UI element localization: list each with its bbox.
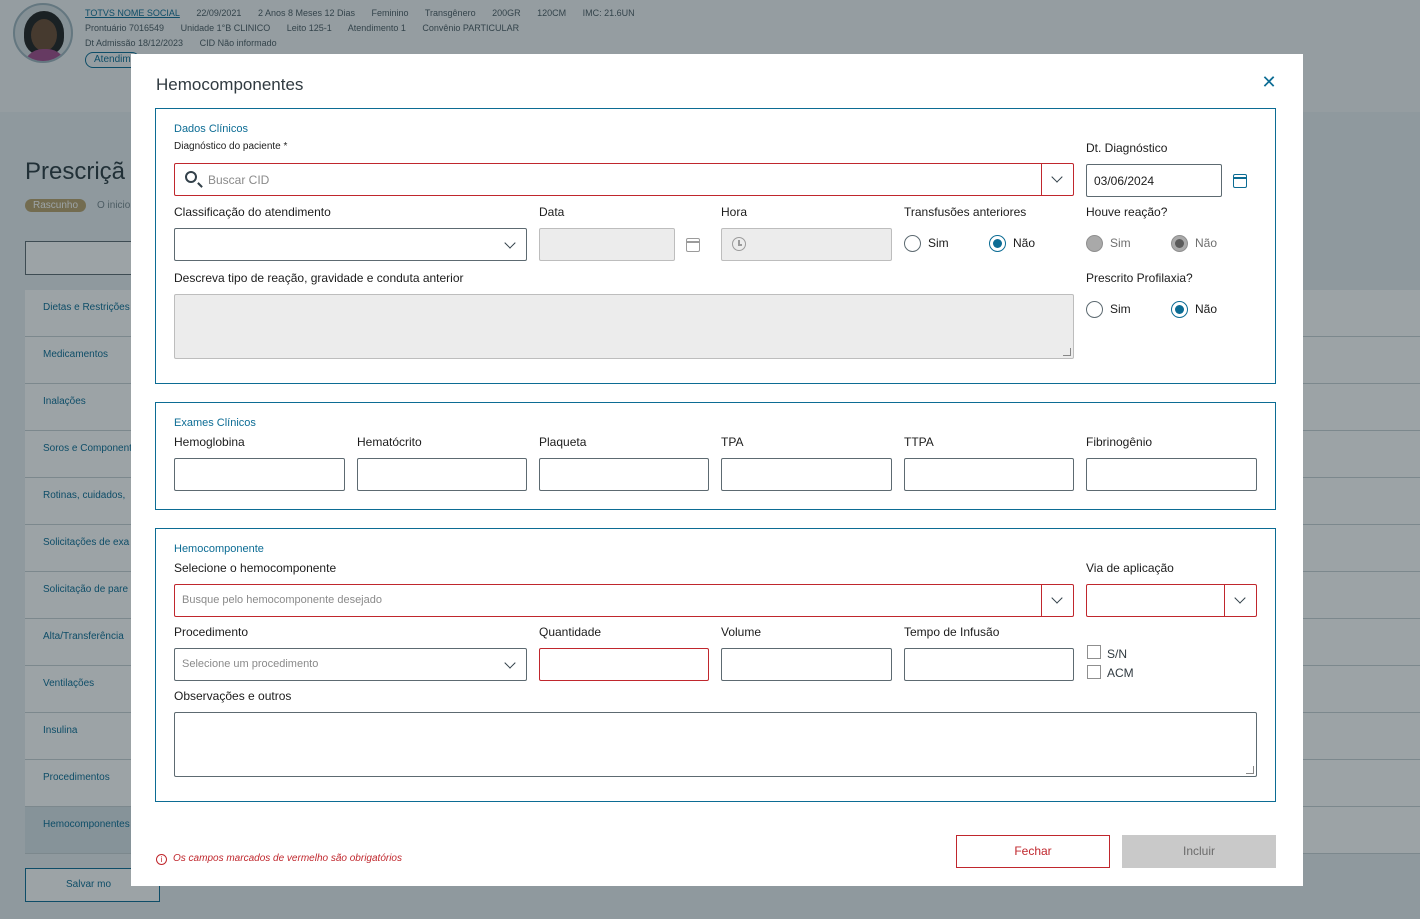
cid-placeholder: Buscar CID — [208, 173, 270, 187]
calendar-icon[interactable] — [1233, 174, 1247, 188]
profilaxia-nao-label: Não — [1195, 302, 1218, 316]
chevron-down-icon — [504, 237, 516, 249]
transfusoes-sim-radio[interactable] — [904, 235, 921, 252]
procedimento-label: Procedimento — [174, 625, 249, 639]
close-icon[interactable]: ✕ — [1261, 73, 1277, 91]
hemoglobina-input[interactable] — [174, 458, 345, 491]
classificacao-label: Classificação do atendimento — [174, 205, 331, 219]
incluir-button[interactable]: Incluir — [1122, 835, 1276, 868]
dt-diagnostico-input[interactable]: 03/06/2024 — [1086, 164, 1222, 197]
houve-reacao-sim-radio[interactable] — [1086, 235, 1103, 252]
via-dropdown-toggle[interactable] — [1224, 585, 1256, 616]
sn-label: S/N — [1107, 647, 1128, 661]
fibrinogenio-input[interactable] — [1086, 458, 1257, 491]
tempo-infusao-input[interactable] — [904, 648, 1074, 681]
section-title: Exames Clínicos — [174, 417, 256, 429]
via-select[interactable] — [1086, 584, 1257, 617]
exames-clinicos-section: Exames Clínicos Hemoglobina Hematócrito … — [155, 402, 1276, 510]
chevron-down-icon — [1051, 592, 1063, 604]
hemocomponente-dropdown-toggle[interactable] — [1041, 585, 1073, 616]
required-fields-note: i Os campos marcados de vermelho são obri… — [156, 853, 402, 865]
hemocomponente-section: Hemocomponente Selecione o hemocomponent… — [155, 528, 1276, 802]
houve-reacao-sim-label: Sim — [1110, 236, 1131, 250]
procedimento-placeholder: Selecione um procedimento — [182, 658, 319, 670]
volume-input[interactable] — [721, 648, 892, 681]
plaqueta-label: Plaqueta — [539, 435, 587, 449]
via-label: Via de aplicação — [1086, 561, 1174, 575]
fibrinogenio-label: Fibrinogênio — [1086, 435, 1153, 449]
profilaxia-sim-radio[interactable] — [1086, 301, 1103, 318]
transfusoes-sim-label: Sim — [928, 236, 949, 250]
hemocomponente-placeholder: Busque pelo hemocomponente desejado — [182, 594, 382, 606]
section-title: Dados Clínicos — [174, 123, 248, 135]
cid-search-input[interactable]: Buscar CID — [174, 163, 1074, 196]
dt-diagnostico-label: Dt. Diagnóstico — [1086, 141, 1168, 155]
tpa-input[interactable] — [721, 458, 892, 491]
dados-clinicos-section: Dados Clínicos Diagnóstico do paciente *… — [155, 108, 1276, 384]
houve-reacao-label: Houve reação? — [1086, 205, 1168, 219]
hemocomponentes-modal: Hemocomponentes ✕ Dados Clínicos Diagnós… — [131, 54, 1303, 886]
ttpa-label: TTPA — [904, 435, 934, 449]
search-icon — [185, 171, 197, 183]
transfusoes-label: Transfusões anteriores — [904, 205, 1027, 219]
transfusoes-nao-label: Não — [1013, 236, 1036, 250]
dt-diagnostico-value: 03/06/2024 — [1094, 174, 1155, 188]
hematocrito-label: Hematócrito — [357, 435, 422, 449]
quantidade-input[interactable] — [539, 648, 709, 681]
info-icon: i — [156, 854, 167, 865]
houve-reacao-nao-radio[interactable] — [1171, 235, 1188, 252]
resize-grip-icon[interactable] — [1246, 766, 1254, 774]
quantidade-label: Quantidade — [539, 625, 602, 639]
clock-icon — [732, 237, 746, 251]
section-title: Hemocomponente — [174, 543, 264, 555]
fechar-button[interactable]: Fechar — [956, 835, 1110, 868]
chevron-down-icon — [1051, 171, 1063, 183]
hemocomponente-search-input[interactable]: Busque pelo hemocomponente desejado — [174, 584, 1074, 617]
data-input[interactable] — [539, 228, 675, 261]
diagnostico-label: Diagnóstico do paciente * — [174, 141, 288, 152]
acm-checkbox[interactable] — [1087, 665, 1101, 679]
hematocrito-input[interactable] — [357, 458, 527, 491]
profilaxia-nao-radio[interactable] — [1171, 301, 1188, 318]
required-fields-text: Os campos marcados de vermelho são obrig… — [173, 853, 402, 864]
classificacao-select[interactable] — [174, 228, 527, 261]
hora-input[interactable] — [721, 228, 892, 261]
observacoes-label: Observações e outros — [174, 689, 292, 703]
transfusoes-nao-radio[interactable] — [989, 235, 1006, 252]
acm-label: ACM — [1107, 666, 1134, 680]
hora-label: Hora — [721, 205, 748, 219]
sn-checkbox[interactable] — [1087, 645, 1101, 659]
modal-title: Hemocomponentes — [156, 75, 304, 94]
profilaxia-label: Prescrito Profilaxia? — [1086, 271, 1193, 285]
chevron-down-icon — [1234, 592, 1246, 604]
cid-dropdown-toggle[interactable] — [1041, 164, 1073, 195]
hemoglobina-label: Hemoglobina — [174, 435, 245, 449]
resize-grip-icon[interactable] — [1063, 348, 1071, 356]
calendar-icon — [686, 238, 700, 252]
observacoes-textarea[interactable] — [174, 712, 1257, 777]
descreva-textarea[interactable] — [174, 294, 1074, 359]
tpa-label: TPA — [721, 435, 744, 449]
descreva-label: Descreva tipo de reação, gravidade e con… — [174, 271, 464, 285]
chevron-down-icon — [504, 657, 516, 669]
selecione-label: Selecione o hemocomponente — [174, 561, 337, 575]
tempo-infusao-label: Tempo de Infusão — [904, 625, 1000, 639]
houve-reacao-nao-label: Não — [1195, 236, 1218, 250]
profilaxia-sim-label: Sim — [1110, 302, 1131, 316]
data-label: Data — [539, 205, 565, 219]
ttpa-input[interactable] — [904, 458, 1074, 491]
plaqueta-input[interactable] — [539, 458, 709, 491]
volume-label: Volume — [721, 625, 762, 639]
procedimento-select[interactable]: Selecione um procedimento — [174, 648, 527, 681]
